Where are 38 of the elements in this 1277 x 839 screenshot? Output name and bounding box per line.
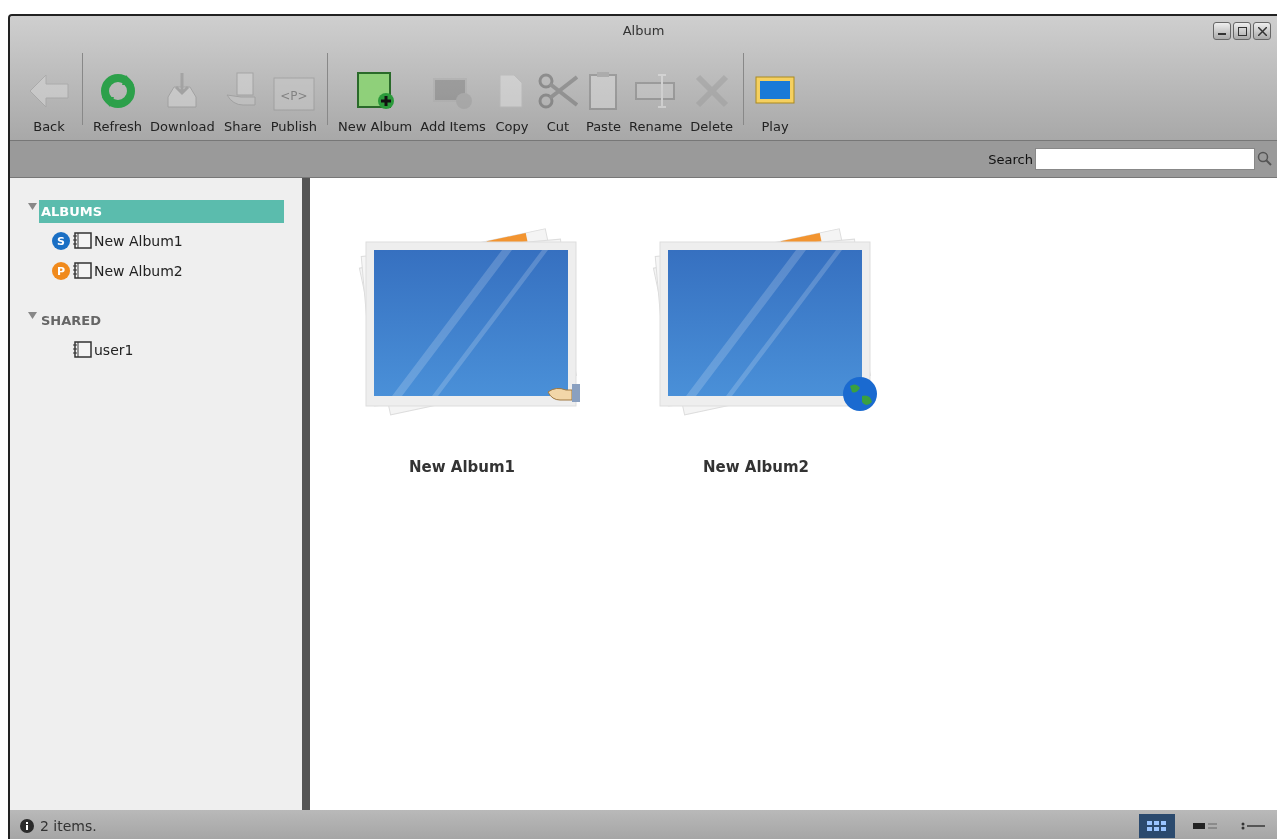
rename-field-icon — [633, 71, 678, 111]
info-icon — [20, 818, 34, 833]
tree-item[interactable]: New Album2 — [94, 263, 183, 279]
html-tag-icon: <P> — [272, 77, 315, 111]
maximize-button[interactable] — [1233, 22, 1251, 40]
status-text: 2 items. — [40, 817, 98, 834]
tree-item[interactable]: user1 — [94, 342, 134, 358]
album-book-icon — [72, 341, 92, 359]
status-badge: S — [52, 232, 70, 250]
close-icon — [1257, 26, 1267, 36]
grid-view-icon — [1147, 819, 1167, 832]
toolbar-button[interactable]: Refresh — [89, 71, 147, 134]
window-title: Album — [622, 22, 665, 38]
minimize-button[interactable] — [1213, 22, 1231, 40]
clipboard-icon — [587, 71, 620, 111]
globe-icon — [842, 376, 878, 412]
album-book-icon — [72, 262, 92, 280]
scissors-icon — [537, 71, 578, 111]
album-book-icon — [72, 232, 92, 250]
search-field[interactable] — [1035, 148, 1255, 170]
album-name[interactable]: New Album1 — [408, 458, 515, 476]
add-image-icon — [432, 75, 475, 111]
toolbar-button[interactable]: Play — [750, 71, 801, 134]
expand-triangle-icon[interactable] — [28, 311, 37, 320]
album-plus-icon — [354, 71, 397, 111]
list-view-icon — [1193, 820, 1217, 831]
toolbar-button[interactable]: New Album — [334, 71, 417, 134]
maximize-icon — [1237, 26, 1247, 36]
expand-triangle-icon[interactable] — [28, 202, 37, 211]
status-badge: P — [52, 262, 70, 280]
detail-view-icon — [1241, 820, 1265, 831]
search-label: Search — [988, 151, 1033, 167]
view-mode-button[interactable] — [1139, 813, 1175, 838]
search-icon[interactable] — [1257, 151, 1273, 167]
close-button[interactable] — [1253, 22, 1271, 40]
tree-section[interactable]: SHARED — [39, 309, 284, 332]
album-name[interactable]: New Album2 — [702, 458, 809, 476]
tree-item[interactable]: New Album1 — [94, 233, 183, 249]
